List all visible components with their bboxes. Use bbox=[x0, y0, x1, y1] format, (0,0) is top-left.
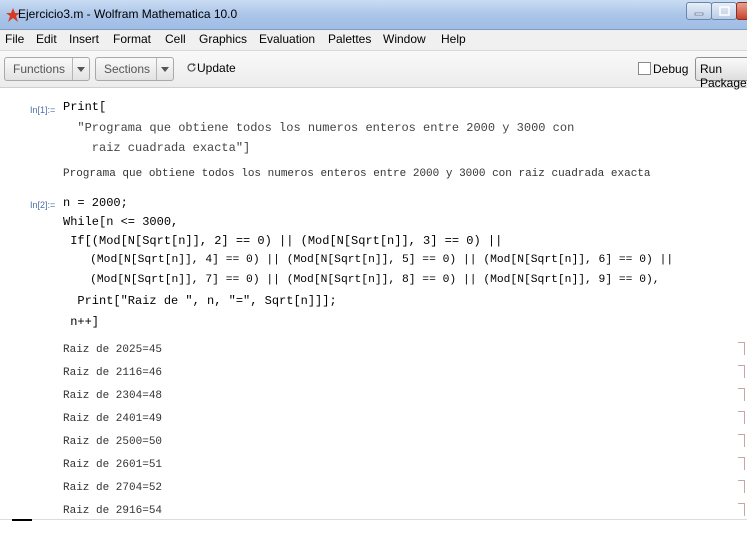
menu-window[interactable]: Window bbox=[383, 32, 426, 46]
maximize-button[interactable] bbox=[711, 2, 737, 20]
print-output: Raiz de 2500=50 bbox=[63, 436, 163, 448]
code-line[interactable]: (Mod[N[Sqrt[n]], 7] == 0) || (Mod[N[Sqrt… bbox=[63, 274, 659, 286]
package-toolbar: Functions Sections Update Debug Run Pack… bbox=[0, 51, 747, 90]
functions-dropdown[interactable]: Functions bbox=[4, 57, 90, 81]
code-line[interactable]: (Mod[N[Sqrt[n]], 4] == 0) || (Mod[N[Sqrt… bbox=[63, 254, 673, 266]
cell-bracket[interactable] bbox=[738, 365, 745, 378]
update-button[interactable]: Update bbox=[186, 61, 236, 75]
close-button[interactable] bbox=[736, 2, 747, 20]
chevron-down-icon bbox=[72, 58, 89, 80]
title-bar: Ejercicio3.m - Wolfram Mathematica 10.0 bbox=[0, 0, 747, 30]
run-package-button[interactable]: Run Package bbox=[695, 57, 747, 90]
menu-edit[interactable]: Edit bbox=[36, 32, 57, 46]
menu-format[interactable]: Format bbox=[113, 32, 151, 46]
minimize-button[interactable] bbox=[686, 2, 712, 20]
print-output: Raiz de 2916=54 bbox=[63, 505, 163, 517]
code-line[interactable]: n = 2000; bbox=[63, 196, 128, 210]
code-line[interactable]: Print[ bbox=[63, 100, 106, 114]
minimize-icon bbox=[694, 12, 704, 16]
menu-file[interactable]: File bbox=[5, 32, 24, 46]
checkbox-icon bbox=[638, 62, 651, 75]
menu-evaluation[interactable]: Evaluation bbox=[259, 32, 315, 46]
functions-label: Functions bbox=[13, 62, 66, 76]
window-title: Ejercicio3.m - Wolfram Mathematica 10.0 bbox=[18, 7, 238, 21]
cell-bracket[interactable] bbox=[738, 388, 745, 401]
code-line[interactable]: Print["Raiz de ", n, "=", Sqrt[n]]]; bbox=[63, 294, 336, 308]
scroll-edge bbox=[0, 519, 747, 520]
menu-palettes[interactable]: Palettes bbox=[328, 32, 371, 46]
refresh-icon bbox=[187, 63, 196, 72]
print-output: Raiz de 2401=49 bbox=[63, 413, 163, 425]
debug-label: Debug bbox=[653, 62, 689, 76]
sections-label: Sections bbox=[104, 62, 151, 76]
print-output: Raiz de 2304=48 bbox=[63, 390, 163, 402]
cell-bracket[interactable] bbox=[738, 342, 745, 355]
chevron-down-icon bbox=[156, 58, 173, 80]
debug-checkbox[interactable]: Debug bbox=[638, 62, 688, 76]
menu-cell[interactable]: Cell bbox=[165, 32, 186, 46]
code-line[interactable]: raiz cuadrada exacta"] bbox=[63, 141, 250, 155]
cell-bracket[interactable] bbox=[738, 434, 745, 447]
input-label: In[1]:= bbox=[30, 105, 56, 115]
cell-bracket[interactable] bbox=[738, 411, 745, 424]
input-label: In[2]:= bbox=[30, 200, 56, 210]
print-output: Raiz de 2025=45 bbox=[63, 344, 163, 356]
sections-dropdown[interactable]: Sections bbox=[95, 57, 174, 81]
code-line[interactable]: "Programa que obtiene todos los numeros … bbox=[63, 121, 574, 135]
cell-bracket[interactable] bbox=[738, 480, 745, 493]
menu-bar: File Edit Insert Format Cell Graphics Ev… bbox=[0, 30, 747, 51]
print-output: Raiz de 2116=46 bbox=[63, 367, 163, 379]
update-label: Update bbox=[197, 61, 236, 75]
menu-insert[interactable]: Insert bbox=[69, 32, 99, 46]
code-line[interactable]: While[n <= 3000, bbox=[63, 215, 178, 229]
print-output: Programa que obtiene todos los numeros e… bbox=[63, 168, 651, 180]
print-output: Raiz de 2704=52 bbox=[63, 482, 163, 494]
notebook-area[interactable]: In[1]:= Print[ "Programa que obtiene tod… bbox=[0, 88, 747, 518]
maximize-icon bbox=[719, 6, 730, 16]
cell-bracket[interactable] bbox=[738, 457, 745, 470]
menu-help[interactable]: Help bbox=[441, 32, 466, 46]
cell-insertion-cursor bbox=[12, 519, 32, 521]
code-line[interactable]: n++] bbox=[63, 315, 99, 329]
print-output: Raiz de 2601=51 bbox=[63, 459, 163, 471]
cell-bracket[interactable] bbox=[738, 503, 745, 516]
code-line[interactable]: If[(Mod[N[Sqrt[n]], 2] == 0) || (Mod[N[S… bbox=[63, 234, 502, 248]
menu-graphics[interactable]: Graphics bbox=[199, 32, 247, 46]
